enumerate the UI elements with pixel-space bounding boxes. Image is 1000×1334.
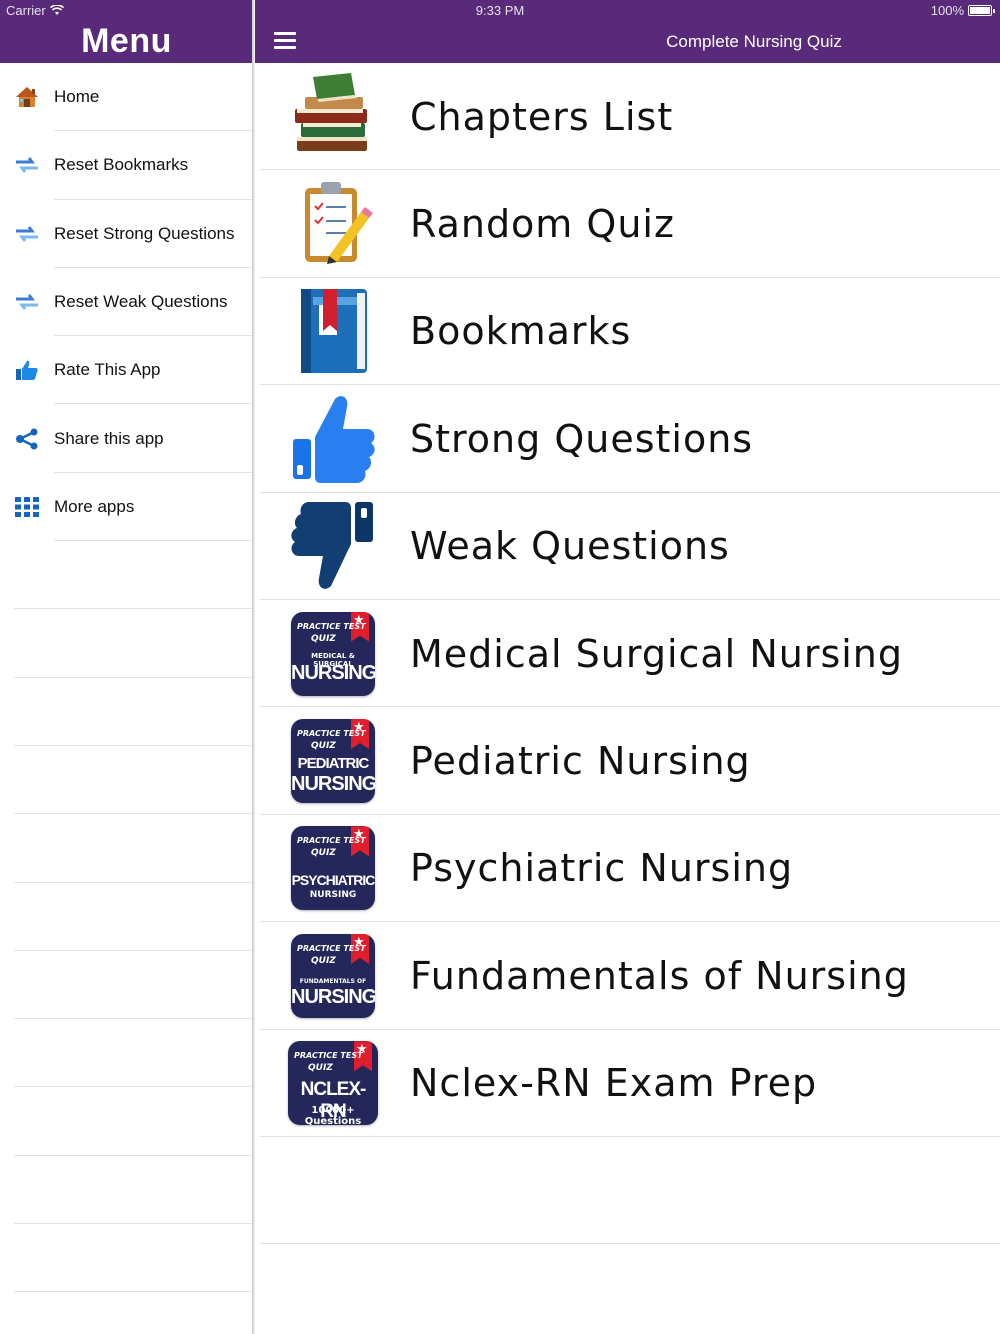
list-item-label: Medical Surgical Nursing bbox=[410, 631, 904, 676]
list-item-label: Psychiatric Nursing bbox=[410, 846, 794, 891]
empty-row bbox=[0, 678, 252, 747]
menu-item-reset-strong-questions[interactable]: Reset Strong Questions bbox=[0, 200, 252, 269]
list-item-strong-questions[interactable]: Strong Questions bbox=[255, 385, 1000, 493]
clipboard-pencil-icon bbox=[288, 176, 378, 272]
thumbs-down-icon bbox=[288, 498, 378, 594]
badge-line: PRACTICE TEST bbox=[297, 729, 366, 739]
bookmark-book-icon bbox=[288, 283, 378, 379]
empty-row bbox=[0, 1156, 252, 1225]
menu-item-home[interactable]: Home bbox=[0, 63, 252, 132]
list-item-psychiatric-nursing[interactable]: PRACTICE TEST QUIZ PSYCHIATRIC NURSING P… bbox=[255, 815, 1000, 923]
menu-item-share-this-app[interactable]: Share this app bbox=[0, 404, 252, 474]
menu-item-label: Share this app bbox=[54, 428, 164, 448]
nclex-rn-badge-icon: PRACTICE TEST QUIZ NCLEX-RN 10000+ Quest… bbox=[288, 1035, 378, 1131]
thumbs-up-icon bbox=[288, 391, 378, 487]
badge-line: QUIZ bbox=[311, 633, 336, 644]
thumbs-up-icon bbox=[14, 357, 40, 383]
list-item-label: Nclex-RN Exam Prep bbox=[410, 1061, 818, 1106]
badge-line: PSYCHIATRIC bbox=[291, 872, 375, 889]
list-item-label: Random Quiz bbox=[410, 202, 675, 247]
fundamentals-nursing-badge-icon: PRACTICE TEST QUIZ FUNDAMENTALS OF NURSI… bbox=[288, 928, 378, 1024]
psychiatric-nursing-badge-icon: PRACTICE TEST QUIZ PSYCHIATRIC NURSING bbox=[288, 820, 378, 916]
badge: PRACTICE TEST QUIZ MEDICAL & SURGICAL NU… bbox=[291, 611, 375, 696]
side-menu: Home Reset Bookmarks Reset Strong Questi… bbox=[0, 63, 253, 1334]
list-item-label: Bookmarks bbox=[410, 309, 632, 354]
menu-item-more-apps[interactable]: More apps bbox=[0, 473, 252, 542]
menu-item-reset-bookmarks[interactable]: Reset Bookmarks bbox=[0, 131, 252, 200]
app-title: Complete Nursing Quiz bbox=[666, 32, 842, 51]
list-item-pediatric-nursing[interactable]: PRACTICE TEST QUIZ PEDIATRIC NURSING Ped… bbox=[255, 707, 1000, 816]
list-item-label: Strong Questions bbox=[410, 416, 754, 461]
empty-row bbox=[0, 814, 252, 883]
list-item-medical-surgical-nursing[interactable]: PRACTICE TEST QUIZ MEDICAL & SURGICAL NU… bbox=[255, 600, 1000, 708]
empty-row bbox=[255, 1137, 1000, 1245]
refresh-arrows-icon bbox=[14, 152, 40, 178]
books-icon bbox=[288, 69, 378, 165]
list-item-bookmarks[interactable]: Bookmarks bbox=[255, 278, 1000, 386]
menu-item-label: Home bbox=[54, 87, 100, 107]
badge-line: QUIZ bbox=[311, 955, 336, 966]
badge: PRACTICE TEST QUIZ FUNDAMENTALS OF NURSI… bbox=[291, 933, 375, 1018]
refresh-arrows-icon bbox=[14, 221, 40, 247]
badge-line: QUIZ bbox=[308, 1063, 333, 1074]
badge-line: PRACTICE TEST bbox=[297, 943, 366, 953]
list-item-label: Fundamentals of Nursing bbox=[410, 953, 909, 998]
refresh-arrows-icon bbox=[14, 289, 40, 315]
menu-item-label: Reset Strong Questions bbox=[54, 223, 235, 243]
menu-item-label: Rate This App bbox=[54, 360, 161, 380]
list-item-label: Pediatric Nursing bbox=[410, 739, 751, 784]
menu-title: Menu bbox=[81, 22, 172, 60]
list-item-fundamentals-of-nursing[interactable]: PRACTICE TEST QUIZ FUNDAMENTALS OF NURSI… bbox=[255, 922, 1000, 1030]
menu-item-reset-weak-questions[interactable]: Reset Weak Questions bbox=[0, 268, 252, 337]
share-icon bbox=[14, 426, 40, 452]
top-bar: Carrier 9:33 PM 100% Menu Complete Nursi… bbox=[0, 0, 1000, 63]
badge: PRACTICE TEST QUIZ PEDIATRIC NURSING bbox=[291, 719, 375, 804]
empty-row bbox=[0, 541, 252, 610]
list-item-chapters-list[interactable]: Chapters List bbox=[255, 63, 1000, 171]
empty-row bbox=[0, 883, 252, 952]
list-item-nclex-rn-exam-prep[interactable]: PRACTICE TEST QUIZ NCLEX-RN 10000+ Quest… bbox=[255, 1030, 1000, 1138]
grid-icon bbox=[14, 494, 40, 520]
list-item-label: Chapters List bbox=[410, 94, 674, 139]
battery-icon bbox=[968, 5, 995, 16]
menu-item-label: Reset Weak Questions bbox=[54, 292, 228, 312]
badge-line: PRACTICE TEST bbox=[294, 1051, 363, 1061]
badge-line: NURSING bbox=[309, 890, 357, 901]
menu-item-label: Reset Bookmarks bbox=[54, 155, 189, 175]
list-item-random-quiz[interactable]: Random Quiz bbox=[255, 170, 1000, 279]
empty-row bbox=[0, 951, 252, 1020]
main-list: Chapters List Random Quiz Bookmarks Stro… bbox=[255, 63, 1000, 1245]
home-icon bbox=[14, 84, 40, 110]
pediatric-nursing-badge-icon: PRACTICE TEST QUIZ PEDIATRIC NURSING bbox=[288, 713, 378, 809]
status-time: 9:33 PM bbox=[475, 3, 525, 18]
badge: PRACTICE TEST QUIZ PSYCHIATRIC NURSING bbox=[291, 826, 375, 911]
menu-item-rate-this-app[interactable]: Rate This App bbox=[0, 336, 252, 405]
empty-row bbox=[0, 1224, 252, 1293]
battery-percent: 100% bbox=[930, 3, 964, 18]
badge-line: NURSING bbox=[291, 985, 375, 1008]
menu-item-label: More apps bbox=[54, 496, 135, 516]
badge: PRACTICE TEST QUIZ NCLEX-RN 10000+ Quest… bbox=[288, 1041, 378, 1126]
badge-line: FUNDAMENTALS OF bbox=[299, 977, 367, 985]
empty-row bbox=[0, 1087, 252, 1157]
badge-line: QUIZ bbox=[311, 741, 336, 752]
badge-line: NURSING bbox=[291, 661, 375, 684]
empty-row bbox=[0, 746, 252, 815]
status-battery: 100% bbox=[930, 3, 995, 18]
badge-line: PRACTICE TEST bbox=[297, 621, 366, 631]
medical-surgical-nursing-badge-icon: PRACTICE TEST QUIZ MEDICAL & SURGICAL NU… bbox=[288, 606, 378, 702]
list-item-weak-questions[interactable]: Weak Questions bbox=[255, 493, 1000, 601]
badge-line: PRACTICE TEST bbox=[297, 836, 366, 846]
badge-line: NURSING bbox=[291, 773, 375, 796]
empty-row bbox=[0, 609, 252, 678]
empty-row bbox=[0, 1019, 252, 1088]
badge-line: PEDIATRIC bbox=[297, 755, 370, 773]
badge-line: QUIZ bbox=[311, 848, 336, 859]
badge-line: 10000+ Questions bbox=[304, 1105, 362, 1126]
list-item-label: Weak Questions bbox=[410, 524, 730, 569]
